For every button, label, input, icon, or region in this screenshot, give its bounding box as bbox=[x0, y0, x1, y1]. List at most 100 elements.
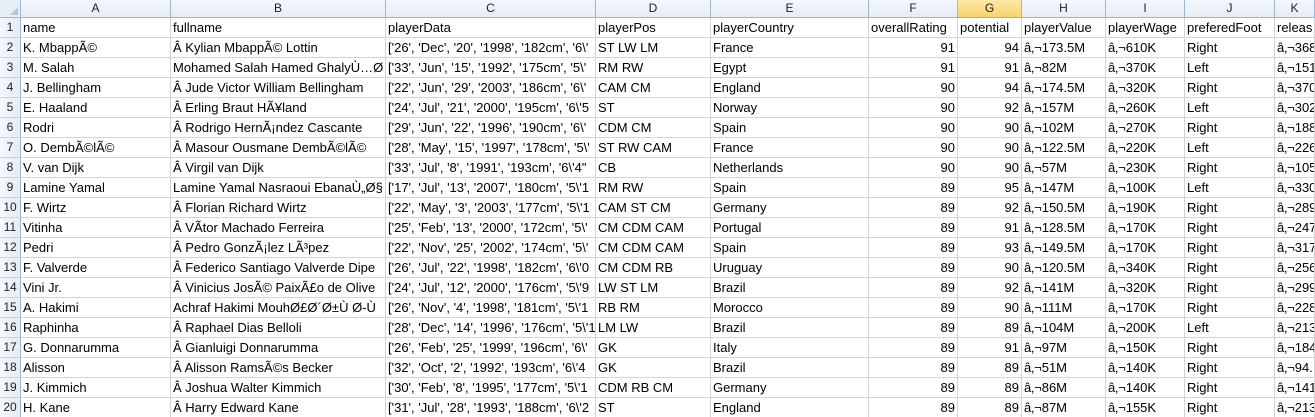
table-cell[interactable]: 89 bbox=[869, 398, 958, 417]
row-header-17[interactable]: 17 bbox=[0, 338, 21, 358]
table-cell[interactable]: Brazil bbox=[711, 278, 869, 298]
column-header-b[interactable]: B bbox=[171, 0, 386, 18]
table-cell[interactable]: E. Haaland bbox=[21, 98, 171, 118]
table-cell[interactable]: â‚¬82M bbox=[1022, 58, 1106, 78]
table-cell[interactable]: â‚¬247 bbox=[1275, 218, 1315, 238]
table-cell[interactable]: 90 bbox=[869, 78, 958, 98]
table-cell[interactable]: Spain bbox=[711, 118, 869, 138]
table-cell[interactable]: ST RW CAM bbox=[596, 138, 711, 158]
table-cell[interactable]: Norway bbox=[711, 98, 869, 118]
table-cell[interactable]: Right bbox=[1185, 338, 1275, 358]
table-cell[interactable]: â‚¬330 bbox=[1275, 178, 1315, 198]
table-cell[interactable]: 89 bbox=[958, 398, 1022, 417]
table-cell[interactable]: Â Raphael Dias Belloli bbox=[171, 318, 386, 338]
table-cell[interactable]: Â Gianluigi Donnarumma bbox=[171, 338, 386, 358]
table-cell[interactable]: Pedri bbox=[21, 238, 171, 258]
table-cell[interactable]: â‚¬105 bbox=[1275, 158, 1315, 178]
table-cell[interactable]: 91 bbox=[958, 218, 1022, 238]
table-cell[interactable]: 92 bbox=[958, 198, 1022, 218]
table-cell[interactable]: 93 bbox=[958, 238, 1022, 258]
table-cell[interactable]: â‚¬370K bbox=[1106, 58, 1185, 78]
table-cell[interactable]: â‚¬340K bbox=[1106, 258, 1185, 278]
table-cell[interactable]: M. Salah bbox=[21, 58, 171, 78]
table-cell[interactable]: LW ST LM bbox=[596, 278, 711, 298]
table-cell[interactable]: ['32', 'Oct', '2', '1992', '193cm', '6\'… bbox=[386, 358, 596, 378]
table-cell[interactable]: 90 bbox=[869, 118, 958, 138]
row-header-12[interactable]: 12 bbox=[0, 238, 21, 258]
table-cell[interactable]: 92 bbox=[958, 98, 1022, 118]
row-header-7[interactable]: 7 bbox=[0, 138, 21, 158]
header-cell[interactable]: potential bbox=[958, 18, 1022, 38]
table-cell[interactable]: Â Federico Santiago Valverde Dipe bbox=[171, 258, 386, 278]
row-header-5[interactable]: 5 bbox=[0, 98, 21, 118]
row-header-16[interactable]: 16 bbox=[0, 318, 21, 338]
table-cell[interactable]: â‚¬140K bbox=[1106, 378, 1185, 398]
table-cell[interactable]: ['33', 'Jun', '15', '1992', '175cm', '5\… bbox=[386, 58, 596, 78]
column-header-e[interactable]: E bbox=[711, 0, 869, 18]
table-cell[interactable]: 89 bbox=[869, 278, 958, 298]
table-cell[interactable]: Germany bbox=[711, 378, 869, 398]
table-cell[interactable]: GK bbox=[596, 338, 711, 358]
table-cell[interactable]: J. Kimmich bbox=[21, 378, 171, 398]
table-cell[interactable]: CAM CM bbox=[596, 78, 711, 98]
table-cell[interactable]: Mohamed Salah Hamed GhalyÙ…Ø bbox=[171, 58, 386, 78]
table-cell[interactable]: Right bbox=[1185, 198, 1275, 218]
table-cell[interactable]: â‚¬188 bbox=[1275, 118, 1315, 138]
table-cell[interactable]: F. Wirtz bbox=[21, 198, 171, 218]
table-cell[interactable]: Â Pedro GonzÃ¡lez LÃ³pez bbox=[171, 238, 386, 258]
table-cell[interactable]: Left bbox=[1185, 98, 1275, 118]
table-cell[interactable]: 90 bbox=[869, 138, 958, 158]
table-cell[interactable]: 90 bbox=[958, 138, 1022, 158]
table-cell[interactable]: 89 bbox=[869, 258, 958, 278]
table-cell[interactable]: ['22', 'May', '3', '2003', '177cm', '5\'… bbox=[386, 198, 596, 218]
table-cell[interactable]: ['17', 'Jul', '13', '2007', '180cm', '5\… bbox=[386, 178, 596, 198]
table-cell[interactable]: Italy bbox=[711, 338, 869, 358]
table-cell[interactable]: â‚¬128.5M bbox=[1022, 218, 1106, 238]
table-cell[interactable]: â‚¬122.5M bbox=[1022, 138, 1106, 158]
table-cell[interactable]: â‚¬57M bbox=[1022, 158, 1106, 178]
table-cell[interactable]: â‚¬155K bbox=[1106, 398, 1185, 417]
table-cell[interactable]: â‚¬230K bbox=[1106, 158, 1185, 178]
row-header-15[interactable]: 15 bbox=[0, 298, 21, 318]
table-cell[interactable]: Â Joshua Walter Kimmich bbox=[171, 378, 386, 398]
table-cell[interactable]: â‚¬370 bbox=[1275, 78, 1315, 98]
table-cell[interactable]: â‚¬86M bbox=[1022, 378, 1106, 398]
column-header-d[interactable]: D bbox=[596, 0, 711, 18]
table-cell[interactable]: ['22', 'Jun', '29', '2003', '186cm', '6\… bbox=[386, 78, 596, 98]
table-cell[interactable]: 89 bbox=[958, 358, 1022, 378]
table-cell[interactable]: 89 bbox=[869, 198, 958, 218]
table-cell[interactable]: ST bbox=[596, 398, 711, 417]
table-cell[interactable]: â‚¬120.5M bbox=[1022, 258, 1106, 278]
table-cell[interactable]: â‚¬302 bbox=[1275, 98, 1315, 118]
table-cell[interactable]: 91 bbox=[958, 58, 1022, 78]
table-cell[interactable]: Right bbox=[1185, 118, 1275, 138]
column-header-j[interactable]: J bbox=[1185, 0, 1275, 18]
table-cell[interactable]: â‚¬149.5M bbox=[1022, 238, 1106, 258]
table-cell[interactable]: 90 bbox=[869, 158, 958, 178]
table-cell[interactable]: CDM RB CM bbox=[596, 378, 711, 398]
row-header-9[interactable]: 9 bbox=[0, 178, 21, 198]
row-header-20[interactable]: 20 bbox=[0, 398, 21, 417]
header-cell[interactable]: playerData bbox=[386, 18, 596, 38]
table-cell[interactable]: â‚¬200K bbox=[1106, 318, 1185, 338]
table-cell[interactable]: CAM ST CM bbox=[596, 198, 711, 218]
table-cell[interactable]: RB RM bbox=[596, 298, 711, 318]
table-cell[interactable]: France bbox=[711, 38, 869, 58]
column-header-a[interactable]: A bbox=[21, 0, 171, 18]
table-cell[interactable]: 89 bbox=[958, 318, 1022, 338]
table-cell[interactable]: ['30', 'Feb', '8', '1995', '177cm', '5\'… bbox=[386, 378, 596, 398]
table-cell[interactable]: â‚¬100K bbox=[1106, 178, 1185, 198]
table-cell[interactable]: Egypt bbox=[711, 58, 869, 78]
table-cell[interactable]: Spain bbox=[711, 238, 869, 258]
table-cell[interactable]: Netherlands bbox=[711, 158, 869, 178]
table-cell[interactable]: Uruguay bbox=[711, 258, 869, 278]
table-cell[interactable]: Portugal bbox=[711, 218, 869, 238]
table-cell[interactable]: 89 bbox=[869, 238, 958, 258]
column-header-f[interactable]: F bbox=[869, 0, 958, 18]
row-header-13[interactable]: 13 bbox=[0, 258, 21, 278]
column-header-c[interactable]: C bbox=[386, 0, 596, 18]
table-cell[interactable]: 89 bbox=[869, 178, 958, 198]
row-header-6[interactable]: 6 bbox=[0, 118, 21, 138]
table-cell[interactable]: â‚¬170K bbox=[1106, 298, 1185, 318]
table-cell[interactable]: Right bbox=[1185, 78, 1275, 98]
